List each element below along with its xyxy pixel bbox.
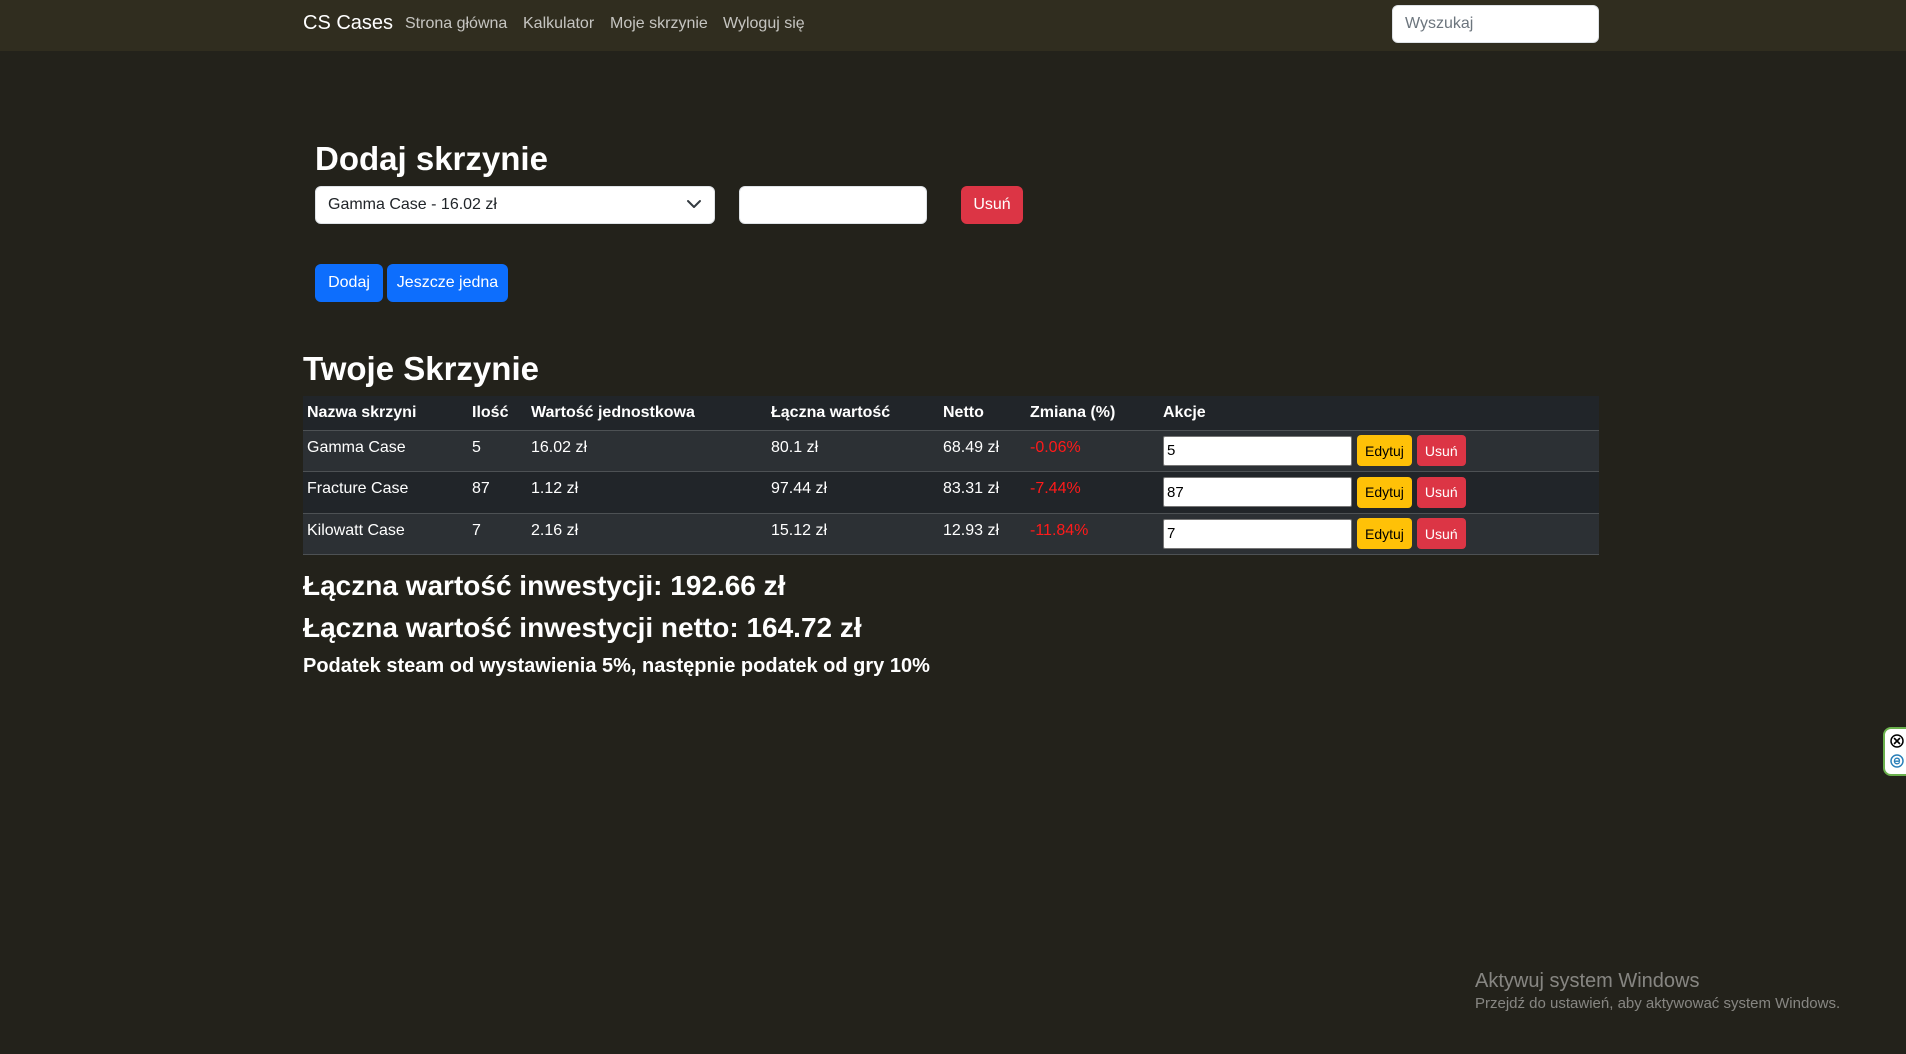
case-total-value: 80.1 zł [771, 438, 819, 456]
windows-activation-subtitle: Przejdź do ustawień, aby aktywować syste… [1475, 995, 1841, 1012]
table-row: Gamma Case 5 16.02 zł 80.1 zł 68.49 zł -… [303, 430, 1599, 472]
windows-activation-title: Aktywuj system Windows [1475, 970, 1700, 992]
case-change-percent: -11.84% [1030, 521, 1089, 539]
header-change: Zmiana (%) [1026, 396, 1159, 431]
extension-e-icon[interactable] [1890, 754, 1904, 768]
case-net-value: 68.49 zł [943, 438, 1000, 456]
remove-row-button[interactable]: Usuń [961, 186, 1023, 224]
edit-quantity-input[interactable] [1163, 435, 1352, 466]
case-unit-value: 1.12 zł [531, 480, 579, 498]
navbar: CS Cases Strona główna Kalkulator Moje s… [0, 0, 1906, 51]
total-investment-net-value: Łączna wartość inwestycji netto: 164.72 … [303, 612, 862, 643]
case-quantity: 7 [472, 521, 481, 539]
case-quantity: 5 [472, 438, 481, 456]
case-unit-value: 16.02 zł [531, 438, 588, 456]
brand-link[interactable]: CS Cases [303, 12, 393, 35]
delete-button[interactable]: Usuń [1416, 476, 1466, 508]
case-select[interactable]: Gamma Case - 16.02 zł [315, 186, 715, 224]
search-input[interactable] [1392, 5, 1599, 43]
table-header-row: Nazwa skrzyni Ilość Wartość jednostkowa … [303, 396, 1599, 431]
delete-button[interactable]: Usuń [1416, 518, 1466, 550]
case-select-value: Gamma Case - 16.02 zł [328, 196, 497, 213]
side-extension-widget[interactable] [1883, 727, 1906, 776]
edit-button[interactable]: Edytuj [1357, 476, 1412, 508]
nav-link-calculator[interactable]: Kalkulator [523, 15, 594, 33]
delete-button[interactable]: Usuń [1416, 435, 1466, 467]
edit-button[interactable]: Edytuj [1357, 518, 1412, 550]
row-actions: Edytuj Usuń [1163, 518, 1595, 550]
chevron-down-icon [687, 200, 701, 208]
nav-link-my-cases[interactable]: Moje skrzynie [610, 15, 708, 33]
edit-quantity-input[interactable] [1163, 518, 1352, 549]
case-total-value: 15.12 zł [771, 521, 828, 539]
header-case-name: Nazwa skrzyni [303, 396, 468, 431]
your-cases-heading: Twoje Skrzynie [303, 350, 539, 387]
add-cases-heading: Dodaj skrzynie [315, 140, 548, 177]
edit-button[interactable]: Edytuj [1357, 435, 1412, 467]
row-actions: Edytuj Usuń [1163, 476, 1595, 508]
case-change-percent: -0.06% [1030, 438, 1081, 456]
case-quantity: 87 [472, 480, 490, 498]
add-another-button[interactable]: Jeszcze jedna [387, 264, 508, 302]
add-button[interactable]: Dodaj [315, 264, 383, 302]
case-unit-value: 2.16 zł [531, 521, 579, 539]
row-actions: Edytuj Usuń [1163, 435, 1595, 467]
case-net-value: 12.93 zł [943, 521, 1000, 539]
header-quantity: Ilość [468, 396, 527, 431]
case-change-percent: -7.44% [1030, 480, 1081, 498]
total-investment-value: Łączna wartość inwestycji: 192.66 zł [303, 570, 786, 601]
case-total-value: 97.44 zł [771, 480, 828, 498]
case-name: Gamma Case [307, 438, 406, 456]
header-actions: Akcje [1159, 396, 1599, 431]
case-name: Kilowatt Case [307, 521, 405, 539]
case-name: Fracture Case [307, 480, 409, 498]
case-net-value: 83.31 zł [943, 480, 1000, 498]
tax-note: Podatek steam od wystawienia 5%, następn… [303, 655, 930, 677]
header-unit-value: Wartość jednostkowa [527, 396, 767, 431]
header-total-value: Łączna wartość [767, 396, 939, 431]
close-circle-icon[interactable] [1890, 734, 1904, 748]
edit-quantity-input[interactable] [1163, 477, 1352, 508]
nav-link-logout[interactable]: Wyloguj się [723, 15, 805, 33]
cases-table: Nazwa skrzyni Ilość Wartość jednostkowa … [303, 396, 1599, 555]
header-net: Netto [939, 396, 1026, 431]
nav-link-home[interactable]: Strona główna [405, 15, 507, 33]
table-row: Fracture Case 87 1.12 zł 97.44 zł 83.31 … [303, 471, 1599, 514]
table-row: Kilowatt Case 7 2.16 zł 15.12 zł 12.93 z… [303, 513, 1599, 555]
quantity-input[interactable] [739, 186, 927, 224]
